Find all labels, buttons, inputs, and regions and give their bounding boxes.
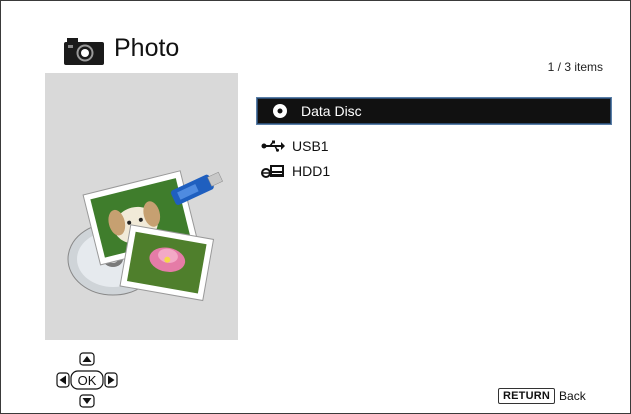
- camera-icon: [64, 38, 104, 65]
- page-title: Photo: [114, 34, 180, 62]
- source-item-data-disc[interactable]: Data Disc: [256, 97, 612, 125]
- ok-label: OK: [78, 373, 97, 388]
- return-hint[interactable]: RETURN Back: [498, 388, 586, 404]
- source-item-hdd1[interactable]: HDD1: [256, 158, 612, 183]
- up-arrow-icon[interactable]: [79, 352, 95, 366]
- disc-icon: [267, 102, 293, 120]
- left-arrow-icon[interactable]: [56, 372, 70, 388]
- source-item-usb1[interactable]: USB1: [256, 133, 612, 158]
- source-list: Data Disc USB1 HDD1: [256, 97, 612, 183]
- source-label: USB1: [292, 137, 329, 154]
- right-arrow-icon[interactable]: [104, 372, 118, 388]
- return-key[interactable]: RETURN: [498, 388, 556, 404]
- source-label: HDD1: [292, 162, 331, 179]
- preview-panel: [45, 73, 238, 340]
- remote-navpad: OK: [56, 352, 118, 408]
- photo-collage-illustration: [67, 170, 223, 302]
- ok-button[interactable]: OK: [70, 370, 104, 390]
- item-count: 1 / 3 items: [547, 60, 603, 74]
- usb-icon: [260, 137, 286, 155]
- down-arrow-icon[interactable]: [79, 394, 95, 408]
- hdd-icon: [260, 162, 286, 180]
- source-label: Data Disc: [301, 103, 362, 119]
- back-label: Back: [559, 389, 586, 403]
